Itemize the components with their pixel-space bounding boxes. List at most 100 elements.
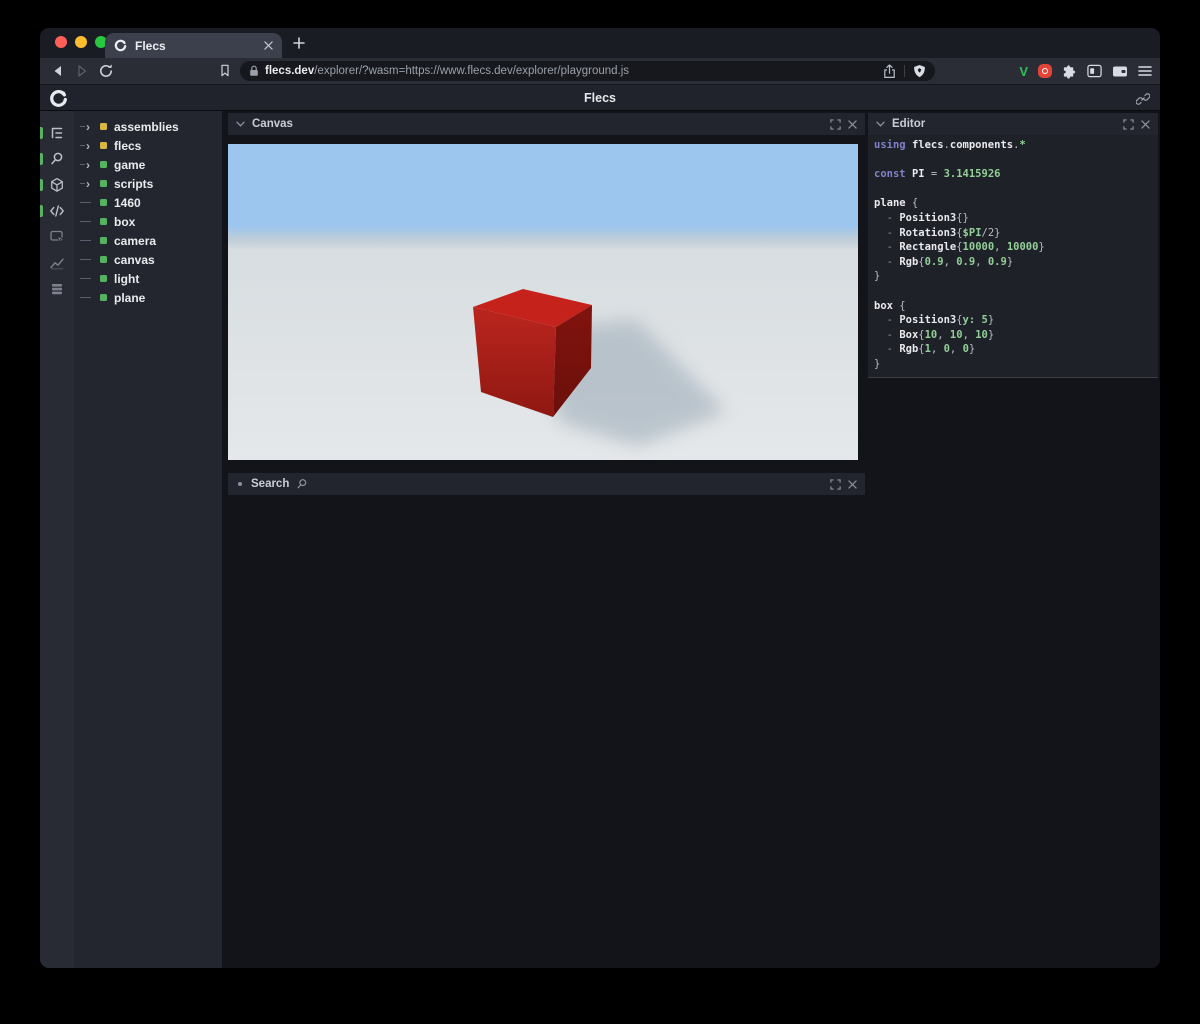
fullscreen-icon[interactable]: [1123, 119, 1134, 130]
fullscreen-icon[interactable]: [830, 479, 841, 490]
entity-kind-square: [100, 142, 107, 149]
editor-panel: Editor using flecs.components.* const PI…: [868, 113, 1158, 378]
code-line: const PI = 3.1415926: [874, 167, 1154, 182]
tab-title: Flecs: [135, 39, 166, 53]
code-line: - Box{10, 10, 10}: [874, 328, 1154, 343]
tree-connector: [80, 240, 100, 241]
reload-button[interactable]: [98, 63, 114, 79]
tree-view-icon[interactable]: [40, 120, 74, 146]
tool-sidebar: [40, 111, 74, 968]
tree-item-camera[interactable]: camera: [74, 231, 222, 250]
window-controls: [55, 36, 107, 48]
url-bar-divider: [904, 65, 905, 77]
entity-tree: ›assemblies›flecs›game›scripts1460boxcam…: [74, 111, 222, 968]
extension-v-icon[interactable]: V: [1019, 65, 1028, 78]
entities-icon[interactable]: [40, 172, 74, 198]
entity-kind-square: [100, 294, 107, 301]
entity-kind-square: [100, 161, 107, 168]
tree-item-label: assemblies: [114, 120, 179, 134]
code-line: using flecs.components.*: [874, 138, 1154, 153]
tree-item-label: canvas: [114, 253, 155, 267]
code-line: - Position3{}: [874, 211, 1154, 226]
code-line: plane {: [874, 196, 1154, 211]
entity-kind-square: [100, 256, 107, 263]
search-icon[interactable]: [40, 146, 74, 172]
tree-item-flecs[interactable]: ›flecs: [74, 136, 222, 155]
menu-hamburger-icon[interactable]: [1138, 65, 1152, 77]
tree-item-scripts[interactable]: › scripts: [74, 174, 222, 193]
editor-code[interactable]: using flecs.components.* const PI = 3.14…: [868, 135, 1158, 378]
tree-connector: [80, 202, 100, 203]
active-indicator: [40, 127, 43, 139]
tree-connector: [80, 278, 100, 279]
tree-item-label: box: [114, 215, 135, 229]
collapsed-indicator-dot[interactable]: [238, 482, 242, 486]
brave-shield-icon[interactable]: [913, 64, 926, 79]
canvas-3d-viewport[interactable]: [228, 144, 858, 460]
expand-chevron-icon[interactable]: ›: [80, 122, 100, 132]
code-line: - Rgb{0.9, 0.9, 0.9}: [874, 255, 1154, 270]
tree-item-assemblies[interactable]: › assemblies: [74, 117, 222, 136]
share-link-icon[interactable]: [1136, 92, 1150, 106]
extensions-area: V: [1019, 58, 1152, 84]
minimize-window-button[interactable]: [75, 36, 87, 48]
canvas-panel-title: Canvas: [252, 118, 293, 130]
entity-kind-square: [100, 237, 107, 244]
tree-item-plane[interactable]: plane: [74, 288, 222, 307]
browser-tab[interactable]: Flecs: [105, 33, 282, 58]
extension-adblock-icon[interactable]: [1038, 64, 1052, 78]
browser-tab-bar: Flecs: [40, 28, 1160, 58]
browser-window: Flecs flecs.dev/explorer/?wasm=htt: [40, 28, 1160, 968]
active-indicator: [40, 153, 43, 165]
close-window-button[interactable]: [55, 36, 67, 48]
sidebar-toggle-icon[interactable]: [1087, 64, 1102, 78]
share-icon[interactable]: [883, 64, 896, 79]
tab-close-icon[interactable]: [264, 41, 273, 50]
close-panel-icon[interactable]: [1141, 120, 1150, 129]
tree-item-game[interactable]: ›game: [74, 155, 222, 174]
search-panel-header[interactable]: Search: [228, 473, 865, 495]
chevron-down-icon[interactable]: [876, 121, 885, 127]
page-title: Flecs: [40, 91, 1160, 105]
expand-chevron-icon[interactable]: ›: [80, 160, 100, 170]
editor-panel-title: Editor: [892, 118, 925, 130]
chevron-down-icon[interactable]: [236, 121, 245, 127]
tree-item-label: camera: [114, 234, 156, 248]
code-line: - Position3{y: 5}: [874, 313, 1154, 328]
code-line: [874, 182, 1154, 197]
url-domain: flecs.dev: [265, 65, 314, 77]
bookmark-icon[interactable]: [218, 63, 232, 78]
fullscreen-icon[interactable]: [830, 119, 841, 130]
tree-item-box[interactable]: box: [74, 212, 222, 231]
code-line: [874, 153, 1154, 168]
new-tab-button[interactable]: [292, 36, 306, 50]
canvas-panel-header[interactable]: Canvas: [228, 113, 865, 135]
back-button[interactable]: [50, 63, 66, 79]
tree-item-label: scripts: [114, 177, 153, 191]
code-line: box {: [874, 299, 1154, 314]
code-line: - Rectangle{10000, 10000}: [874, 240, 1154, 255]
tables-icon[interactable]: [40, 276, 74, 302]
tree-item-1460[interactable]: 1460: [74, 193, 222, 212]
editor-panel-header[interactable]: Editor: [868, 113, 1158, 135]
tree-item-label: 1460: [114, 196, 141, 210]
inspector-icon[interactable]: [40, 224, 74, 250]
expand-chevron-icon[interactable]: ›: [80, 141, 100, 151]
forward-button[interactable]: [74, 63, 90, 79]
extensions-puzzle-icon[interactable]: [1062, 64, 1077, 79]
close-panel-icon[interactable]: [848, 120, 857, 129]
url-bar[interactable]: flecs.dev/explorer/?wasm=https://www.fle…: [240, 61, 935, 81]
close-panel-icon[interactable]: [848, 480, 857, 489]
tab-favicon-flecs-logo-icon: [114, 39, 127, 52]
code-line: - Rgb{1, 0, 0}: [874, 342, 1154, 357]
url-path: /explorer/?wasm=https://www.flecs.dev/ex…: [314, 65, 629, 77]
expand-chevron-icon[interactable]: ›: [80, 179, 100, 189]
app-content: ›assemblies›flecs›game›scripts1460boxcam…: [40, 111, 1160, 968]
tree-item-light[interactable]: light: [74, 269, 222, 288]
code-icon[interactable]: [40, 198, 74, 224]
stats-icon[interactable]: [40, 250, 74, 276]
wallet-icon[interactable]: [1112, 65, 1128, 78]
entity-kind-square: [100, 218, 107, 225]
entity-kind-square: [100, 123, 107, 130]
tree-item-canvas[interactable]: canvas: [74, 250, 222, 269]
